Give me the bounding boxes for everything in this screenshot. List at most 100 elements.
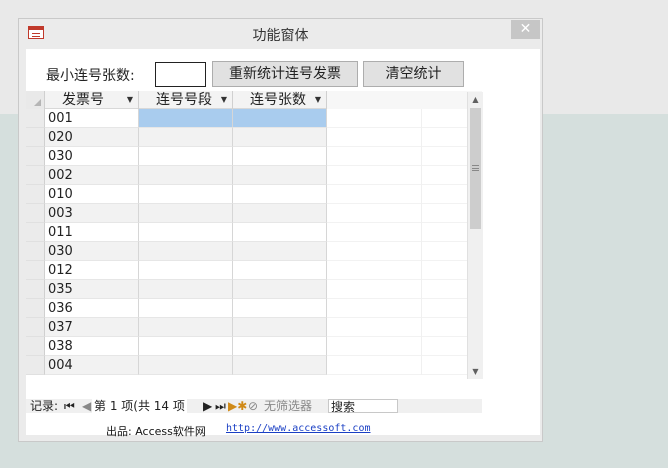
- invoice-cell[interactable]: 037: [45, 318, 139, 337]
- count-cell[interactable]: [233, 261, 327, 280]
- horizontal-scrollbar[interactable]: [400, 399, 482, 413]
- datasheet: 发票号 ▼ 连号号段 ▼ 连号张数 ▼ 001 020 030 002 010: [26, 91, 482, 397]
- column-header-range[interactable]: 连号号段 ▼: [139, 91, 233, 109]
- invoice-cell[interactable]: 012: [45, 261, 139, 280]
- first-record-icon[interactable]: ⏮: [64, 399, 75, 413]
- invoice-cell[interactable]: 035: [45, 280, 139, 299]
- row-selector[interactable]: [26, 185, 45, 204]
- table-row[interactable]: 038: [26, 337, 482, 356]
- count-cell[interactable]: [233, 356, 327, 375]
- table-row[interactable]: 003: [26, 204, 482, 223]
- count-cell[interactable]: [233, 280, 327, 299]
- range-cell[interactable]: [139, 337, 233, 356]
- row-selector[interactable]: [26, 204, 45, 223]
- count-cell[interactable]: [233, 185, 327, 204]
- filter-icon[interactable]: ⊘: [248, 399, 258, 413]
- recalculate-button[interactable]: 重新统计连号发票: [212, 61, 358, 87]
- count-cell[interactable]: [233, 299, 327, 318]
- clear-stats-button[interactable]: 清空统计: [363, 61, 464, 87]
- count-cell[interactable]: [233, 337, 327, 356]
- count-cell[interactable]: [233, 242, 327, 261]
- table-row[interactable]: 001: [26, 109, 482, 128]
- count-cell[interactable]: [233, 128, 327, 147]
- scroll-down-icon[interactable]: ▼: [468, 364, 483, 379]
- row-selector[interactable]: [26, 242, 45, 261]
- count-cell[interactable]: [233, 204, 327, 223]
- previous-record-icon[interactable]: ◀: [82, 399, 91, 413]
- row-selector[interactable]: [26, 223, 45, 242]
- scroll-up-icon[interactable]: ▲: [468, 92, 483, 107]
- invoice-cell[interactable]: 036: [45, 299, 139, 318]
- row-selector[interactable]: [26, 261, 45, 280]
- form-window: 功能窗体 ✕ 最小连号张数: 重新统计连号发票 清空统计 发票号 ▼ 连号号段 …: [18, 18, 543, 442]
- invoice-cell[interactable]: 002: [45, 166, 139, 185]
- last-record-icon[interactable]: ⏭: [215, 399, 226, 413]
- min-count-label: 最小连号张数:: [46, 68, 135, 84]
- search-input[interactable]: 搜索: [328, 399, 398, 413]
- invoice-cell[interactable]: 030: [45, 147, 139, 166]
- close-button[interactable]: ✕: [511, 20, 540, 39]
- invoice-cell[interactable]: 020: [45, 128, 139, 147]
- count-cell[interactable]: [233, 223, 327, 242]
- count-cell[interactable]: [233, 147, 327, 166]
- table-row[interactable]: 002: [26, 166, 482, 185]
- dropdown-arrow-icon[interactable]: ▼: [127, 91, 133, 109]
- row-selector[interactable]: [26, 166, 45, 185]
- range-cell[interactable]: [139, 128, 233, 147]
- table-row[interactable]: 030: [26, 242, 482, 261]
- invoice-cell[interactable]: 003: [45, 204, 139, 223]
- range-cell[interactable]: [139, 147, 233, 166]
- new-record-icon[interactable]: ▶✱: [228, 399, 247, 413]
- table-row[interactable]: 012: [26, 261, 482, 280]
- invoice-cell[interactable]: 001: [45, 109, 139, 128]
- row-selector[interactable]: [26, 280, 45, 299]
- dropdown-arrow-icon[interactable]: ▼: [221, 91, 227, 109]
- range-cell[interactable]: [139, 204, 233, 223]
- vertical-scrollbar[interactable]: ▲ ▼: [467, 92, 483, 379]
- table-row[interactable]: 010: [26, 185, 482, 204]
- count-cell[interactable]: [233, 109, 327, 128]
- range-cell[interactable]: [139, 299, 233, 318]
- range-cell[interactable]: [139, 242, 233, 261]
- table-row[interactable]: 036: [26, 299, 482, 318]
- range-cell[interactable]: [139, 223, 233, 242]
- table-row[interactable]: 037: [26, 318, 482, 337]
- table-row[interactable]: 004: [26, 356, 482, 375]
- range-cell[interactable]: [139, 356, 233, 375]
- row-selector[interactable]: [26, 147, 45, 166]
- invoice-cell[interactable]: 010: [45, 185, 139, 204]
- row-selector[interactable]: [26, 318, 45, 337]
- table-row[interactable]: 011: [26, 223, 482, 242]
- row-selector[interactable]: [26, 356, 45, 375]
- min-count-input[interactable]: [155, 62, 206, 87]
- count-cell[interactable]: [233, 318, 327, 337]
- scroll-thumb[interactable]: [470, 108, 481, 229]
- table-row[interactable]: 020: [26, 128, 482, 147]
- row-selector[interactable]: [26, 299, 45, 318]
- table-row[interactable]: 030: [26, 147, 482, 166]
- no-filter-button[interactable]: 无筛选器: [264, 399, 312, 413]
- range-cell[interactable]: [139, 261, 233, 280]
- range-cell[interactable]: [139, 280, 233, 299]
- row-selector[interactable]: [26, 128, 45, 147]
- record-label: 记录:: [30, 399, 59, 413]
- invoice-cell[interactable]: 030: [45, 242, 139, 261]
- invoice-cell[interactable]: 038: [45, 337, 139, 356]
- dropdown-arrow-icon[interactable]: ▼: [315, 91, 321, 109]
- invoice-cell[interactable]: 004: [45, 356, 139, 375]
- count-cell[interactable]: [233, 166, 327, 185]
- range-cell[interactable]: [139, 166, 233, 185]
- select-all-corner[interactable]: [26, 91, 45, 109]
- range-cell[interactable]: [139, 185, 233, 204]
- invoice-cell[interactable]: 011: [45, 223, 139, 242]
- row-selector[interactable]: [26, 337, 45, 356]
- next-record-icon[interactable]: ▶: [203, 399, 212, 413]
- table-row[interactable]: 035: [26, 280, 482, 299]
- range-cell[interactable]: [139, 109, 233, 128]
- range-cell[interactable]: [139, 318, 233, 337]
- current-record-field[interactable]: 第 1 项(共 14 项: [92, 399, 187, 413]
- column-header-count[interactable]: 连号张数 ▼: [233, 91, 327, 109]
- website-link[interactable]: http://www.accessoft.com: [226, 423, 371, 434]
- row-selector[interactable]: [26, 109, 45, 128]
- column-header-invoice[interactable]: 发票号 ▼: [45, 91, 139, 109]
